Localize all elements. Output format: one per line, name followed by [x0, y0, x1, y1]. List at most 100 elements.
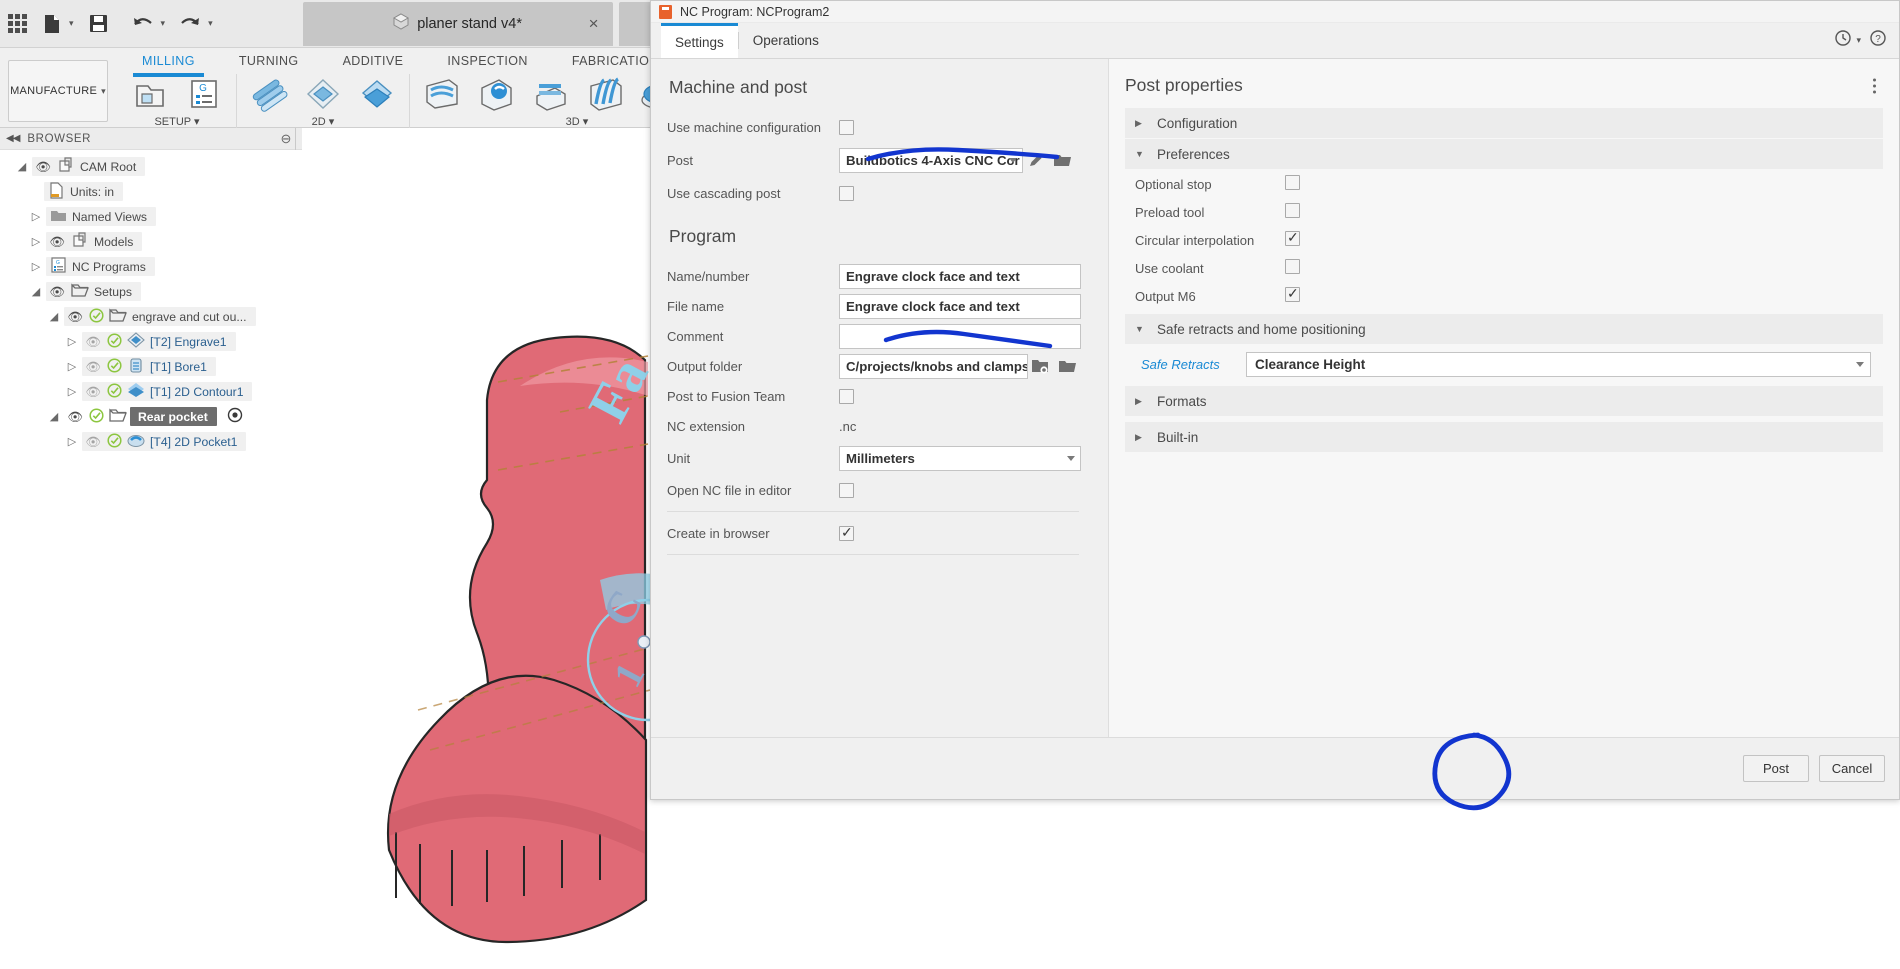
undo-button[interactable]: ▾ — [126, 4, 166, 44]
expander-right-icon[interactable]: ▷ — [62, 385, 82, 398]
expander-down-icon[interactable]: ◢ — [12, 160, 32, 173]
row-comment[interactable]: Comment — [667, 321, 1088, 351]
visibility-off-icon[interactable]: 👁 — [82, 435, 104, 449]
ribbon-tab-additive[interactable]: ADDITIVE — [321, 48, 426, 75]
face-icon[interactable] — [247, 74, 291, 114]
preload-tool-checkbox[interactable] — [1285, 203, 1300, 218]
visibility-eye-icon[interactable]: 👁 — [64, 310, 86, 324]
open-nc-file-in-editor-checkbox[interactable] — [839, 482, 854, 498]
row-open-nc-file-in-editor[interactable]: Open NC file in editor — [667, 475, 1088, 505]
tree-row-operation-engrave1[interactable]: ▷ 👁 [T2] Engrave1 — [0, 329, 640, 354]
minus-circle-icon[interactable]: ⊖ — [281, 131, 293, 147]
expander-down-icon[interactable]: ◢ — [26, 285, 46, 298]
output-folder-input[interactable]: C/projects/knobs and clamps — [839, 353, 1028, 379]
post-button[interactable]: Post — [1743, 755, 1809, 782]
tree-row-operation-2d-contour1[interactable]: ▷ 👁 [T1] 2D Contour1 — [0, 379, 640, 404]
name-number-input[interactable]: Engrave clock face and text — [839, 263, 1081, 289]
chevron-right-icon[interactable]: ▶ — [1135, 118, 1157, 129]
unit-select[interactable]: Millimeters — [839, 445, 1081, 471]
group-configuration[interactable]: ▶ Configuration — [1125, 108, 1883, 138]
history-icon[interactable] — [1834, 29, 1852, 52]
row-output-m6[interactable]: Output M6 — [1125, 282, 1883, 310]
circular-interpolation-checkbox[interactable] — [1285, 229, 1300, 246]
expander-right-icon[interactable]: ▷ — [62, 435, 82, 448]
post-to-fusion-team-checkbox[interactable] — [839, 388, 854, 404]
row-use-coolant[interactable]: Use coolant — [1125, 254, 1883, 282]
target-icon[interactable] — [227, 407, 243, 426]
parallel-icon[interactable] — [582, 74, 626, 114]
group-built-in[interactable]: ▶ Built-in — [1125, 422, 1883, 452]
tree-row-setups[interactable]: ◢ 👁 Setups — [0, 279, 640, 304]
use-machine-configuration-checkbox[interactable] — [839, 119, 854, 135]
comment-input[interactable] — [839, 323, 1081, 349]
visibility-eye-icon[interactable]: 👁 — [46, 285, 68, 299]
expander-down-icon[interactable]: ◢ — [44, 310, 64, 323]
group-safe-retracts-and-home-positioning[interactable]: ▼ Safe retracts and home positioning — [1125, 314, 1883, 344]
chevron-right-icon[interactable]: ▶ — [1135, 396, 1157, 407]
new-document-icon[interactable] — [34, 4, 68, 44]
tree-row-nc-programs[interactable]: ▷ G NC Programs — [0, 254, 640, 279]
chevron-down-icon[interactable]: ▼ — [1135, 324, 1157, 334]
safe-retracts-select[interactable]: Clearance Height — [1246, 351, 1871, 377]
open-folder-icon[interactable] — [1054, 354, 1080, 378]
row-use-machine-configuration[interactable]: Use machine configuration — [667, 112, 1088, 142]
cancel-button[interactable]: Cancel — [1819, 755, 1885, 782]
group-formats[interactable]: ▶ Formats — [1125, 386, 1883, 416]
tab-operations[interactable]: Operations — [739, 23, 833, 58]
expander-right-icon[interactable]: ▷ — [26, 235, 46, 248]
row-output-folder[interactable]: Output folder C/projects/knobs and clamp… — [667, 351, 1088, 381]
help-icon[interactable]: ? — [1869, 29, 1887, 52]
tree-row-models[interactable]: ▷ 👁 Models — [0, 229, 640, 254]
2d-adaptive-icon[interactable] — [301, 74, 345, 114]
collapse-panel-icon[interactable]: ◀◀ — [6, 133, 20, 144]
group-preferences[interactable]: ▼ Preferences — [1125, 139, 1883, 169]
chevron-down-icon[interactable]: ▾ — [161, 18, 166, 29]
file-name-input[interactable]: Engrave clock face and text — [839, 293, 1081, 319]
row-unit[interactable]: Unit Millimeters — [667, 441, 1088, 475]
ribbon-tab-inspection[interactable]: INSPECTION — [425, 48, 549, 75]
save-icon[interactable] — [82, 4, 116, 44]
expander-right-icon[interactable]: ▷ — [62, 360, 82, 373]
visibility-off-icon[interactable]: 👁 — [82, 385, 104, 399]
create-in-browser-checkbox[interactable] — [839, 524, 854, 541]
expander-right-icon[interactable]: ▷ — [26, 210, 46, 223]
row-post[interactable]: Post Buildbotics 4-Axis CNC Cor — [667, 142, 1088, 178]
chevron-down-icon[interactable]: ▾ — [1856, 35, 1861, 46]
expander-right-icon[interactable]: ▷ — [26, 260, 46, 273]
chevron-down-icon[interactable]: ▾ — [101, 86, 106, 97]
more-options-icon[interactable] — [1872, 77, 1883, 95]
chevron-down-icon[interactable]: ▼ — [1135, 149, 1157, 159]
redo-icon[interactable] — [173, 4, 207, 44]
tree-row-cam-root[interactable]: ◢ 👁 CAM Root — [0, 154, 640, 179]
chevron-down-icon[interactable] — [1009, 157, 1017, 163]
folder-preview-icon[interactable] — [1028, 354, 1054, 378]
document-tab[interactable]: planer stand v4* × — [302, 1, 613, 46]
visibility-off-icon[interactable]: 👁 — [82, 360, 104, 374]
chevron-down-icon[interactable]: ▾ — [194, 116, 200, 128]
chevron-down-icon[interactable]: ▾ — [208, 18, 213, 29]
optional-stop-checkbox[interactable] — [1285, 175, 1300, 190]
redo-button[interactable]: ▾ — [173, 4, 213, 44]
visibility-eye-icon[interactable]: 👁 — [32, 160, 54, 174]
output-m6-checkbox[interactable] — [1285, 285, 1300, 302]
chevron-right-icon[interactable]: ▶ — [1135, 432, 1157, 443]
use-coolant-checkbox[interactable] — [1285, 259, 1300, 274]
tree-row-units[interactable]: Units: in — [0, 179, 640, 204]
chevron-down-icon[interactable]: ▾ — [69, 18, 74, 29]
row-optional-stop[interactable]: Optional stop — [1125, 170, 1883, 198]
tab-settings[interactable]: Settings — [661, 23, 738, 58]
chevron-down-icon[interactable] — [1067, 455, 1075, 461]
row-safe-retracts[interactable]: Safe Retracts Clearance Height — [1125, 345, 1883, 383]
ribbon-tab-turning[interactable]: TURNING — [217, 48, 321, 75]
chevron-down-icon[interactable]: ▾ — [583, 116, 589, 128]
row-create-in-browser[interactable]: Create in browser — [667, 518, 1088, 548]
visibility-eye-icon[interactable]: 👁 — [64, 410, 86, 424]
row-preload-tool[interactable]: Preload tool — [1125, 198, 1883, 226]
expander-down-icon[interactable]: ◢ — [44, 410, 64, 423]
expander-right-icon[interactable]: ▷ — [62, 335, 82, 348]
row-post-to-fusion-team[interactable]: Post to Fusion Team — [667, 381, 1088, 411]
use-cascading-post-checkbox[interactable] — [839, 185, 854, 201]
row-file-name[interactable]: File name Engrave clock face and text — [667, 291, 1088, 321]
tree-row-setup-engrave-and-cut-out[interactable]: ◢ 👁 engrave and cut ou... — [0, 304, 640, 329]
apps-grid-icon[interactable] — [0, 4, 34, 44]
